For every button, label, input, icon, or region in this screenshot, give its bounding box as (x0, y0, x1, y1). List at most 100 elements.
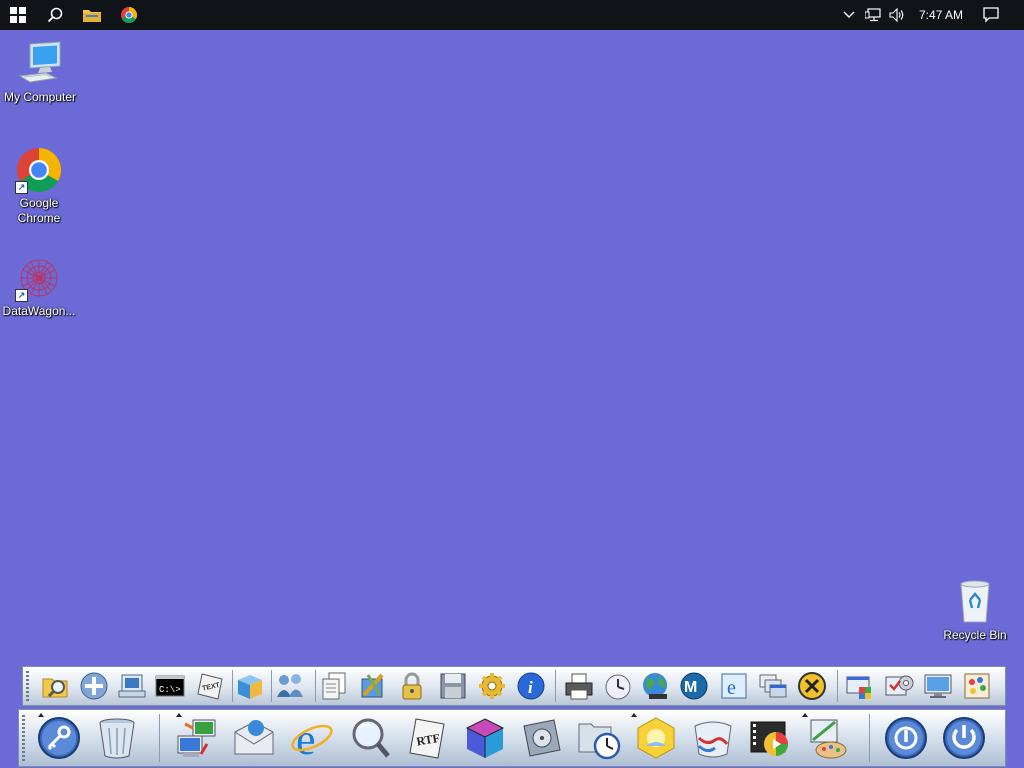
network-icon (865, 8, 881, 22)
folder-clock-icon (578, 723, 621, 760)
computer-transfer-icon (177, 719, 216, 757)
trash-icon (99, 718, 135, 759)
dock-printer[interactable] (563, 670, 595, 702)
show-hidden-icons-button[interactable] (840, 0, 858, 30)
dock-rtf-document[interactable]: RTF (405, 715, 451, 761)
internet-explorer-icon: e (291, 716, 333, 760)
desktop-icon-label: My Computer (3, 90, 77, 104)
network-icon (118, 674, 146, 698)
dock-separator (232, 670, 233, 702)
search-folder-icon (42, 678, 68, 698)
dock-network[interactable] (116, 670, 148, 702)
search-button[interactable] (37, 0, 73, 30)
shortcut-arrow-icon: ↗ (15, 289, 28, 302)
dock-grip[interactable] (26, 671, 29, 701)
svg-text:i: i (528, 678, 533, 697)
svg-text:M: M (684, 679, 697, 696)
users-icon (277, 674, 303, 697)
dock-sun[interactable] (633, 715, 679, 761)
command-prompt-icon: C:\> (155, 675, 185, 697)
svg-text:e: e (727, 677, 736, 699)
paint-icon (964, 673, 990, 699)
ie-doc-icon: e (721, 673, 747, 699)
close-icon (798, 672, 826, 700)
volume-icon (889, 8, 904, 22)
dock-paint-easel[interactable] (804, 715, 850, 761)
dock-separator (159, 714, 160, 762)
dock-key[interactable] (36, 715, 82, 761)
documents-icon (322, 672, 346, 700)
dock-media[interactable] (690, 715, 736, 761)
dock-text-file[interactable]: TEXT (195, 670, 227, 702)
dock-computer-transfer[interactable] (174, 715, 220, 761)
file-explorer-button[interactable] (74, 0, 110, 30)
task-settings-icon (885, 675, 914, 696)
dock-paint[interactable] (961, 670, 993, 702)
dock-info[interactable]: i (515, 670, 547, 702)
chevron-up-icon (843, 11, 855, 18)
dock-tools[interactable] (357, 670, 389, 702)
dock-search-folder[interactable] (40, 670, 72, 702)
desktop-icon-recycle-bin[interactable]: Recycle Bin (935, 578, 1015, 643)
shortcut-arrow-icon: ↗ (15, 181, 28, 194)
dock-video[interactable] (747, 715, 793, 761)
chrome-icon (121, 7, 137, 23)
dock-trash[interactable] (94, 715, 140, 761)
taskbar-clock[interactable]: 7:47 AM (912, 0, 970, 30)
dock-separator (869, 714, 870, 762)
dock-windows[interactable] (757, 670, 789, 702)
dock-separator (271, 670, 272, 702)
svg-text:C:\>: C:\> (159, 685, 181, 695)
quick-launch-dock-top: C:\> TEXT i M e (22, 666, 1006, 706)
dock-ie-document[interactable]: e (718, 670, 750, 702)
tools-icon (361, 673, 384, 698)
dock-separator (555, 670, 556, 702)
folder-apps-icon (846, 676, 871, 699)
paint-easel-icon (810, 719, 847, 759)
network-tray-button[interactable] (862, 0, 884, 30)
dock-globe[interactable] (640, 670, 672, 702)
dock-documents[interactable] (318, 670, 350, 702)
dock-users[interactable] (274, 670, 306, 702)
dock-folder-apps[interactable] (844, 670, 876, 702)
dock-command-prompt[interactable]: C:\> (154, 670, 186, 702)
dock-box[interactable] (234, 670, 266, 702)
dock-task-settings[interactable] (883, 670, 915, 702)
globe-icon (643, 673, 667, 699)
key-icon (38, 717, 80, 759)
dock-close[interactable] (796, 670, 828, 702)
desktop-icon-datawagon[interactable]: ↗ DataWagon... (0, 254, 79, 319)
dock-folder-clock[interactable] (576, 715, 622, 761)
dock-clock[interactable] (602, 670, 634, 702)
desktop-icon-my-computer[interactable]: My Computer (0, 40, 80, 105)
chrome-taskbar-button[interactable] (111, 0, 147, 30)
dock-monitor[interactable] (922, 670, 954, 702)
dock-shutdown[interactable] (883, 715, 929, 761)
windows-icon (759, 674, 787, 698)
dock-cube[interactable] (462, 715, 508, 761)
dock-mail[interactable] (231, 715, 277, 761)
dock-disk[interactable] (519, 715, 565, 761)
desktop-icon-google-chrome[interactable]: ↗ Google Chrome (0, 146, 79, 226)
taskbar: 7:47 AM (0, 0, 1024, 30)
dock-m-app[interactable]: M (678, 670, 710, 702)
dock-grip[interactable] (22, 715, 25, 761)
dock-lock[interactable] (396, 670, 428, 702)
dock-internet-explorer[interactable]: e (289, 715, 335, 761)
dock-magnifier[interactable] (347, 715, 393, 761)
disk-icon (523, 719, 561, 757)
dock-add[interactable] (78, 670, 110, 702)
dock-separator (315, 670, 316, 702)
sun-icon (637, 717, 675, 759)
media-icon (694, 721, 732, 758)
dock-power[interactable] (941, 715, 987, 761)
recycle-bin-icon (960, 580, 990, 623)
action-center-button[interactable] (979, 0, 1003, 30)
text-file-icon: TEXT (197, 673, 223, 700)
dock-settings[interactable] (476, 670, 508, 702)
quick-launch-dock-bottom: e RTF (18, 709, 1006, 767)
shutdown-icon (885, 717, 927, 759)
start-button[interactable] (0, 0, 36, 30)
dock-save[interactable] (437, 670, 469, 702)
volume-tray-button[interactable] (886, 0, 908, 30)
